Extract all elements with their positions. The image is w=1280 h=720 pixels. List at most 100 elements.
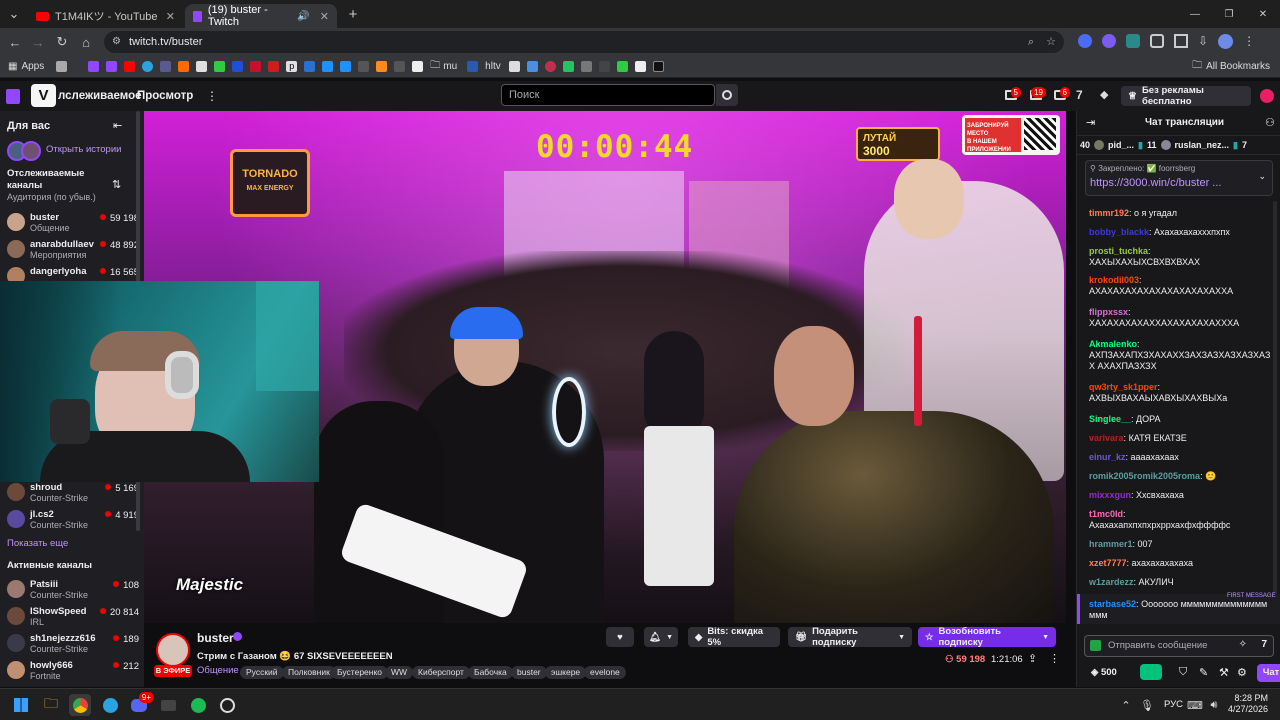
zoom-icon[interactable]: ⌕ (1028, 31, 1034, 53)
tab-youtube[interactable]: T1M4IKツ - YouTube ✕ (28, 4, 183, 28)
url-input[interactable]: ⚙ twitch.tv/buster ⌕ ☆ (104, 31, 1064, 53)
nav-more-icon[interactable]: ⋮ (206, 89, 218, 103)
gift-sub-button[interactable]: 🎁︎ Подарить подписку ▼ (788, 626, 912, 648)
bookmark-icon[interactable] (232, 61, 244, 72)
bookmark-youtube-icon[interactable] (124, 61, 136, 72)
pinned-message[interactable]: ⚲ Закреплено: ✅ foorrsberg https://3000.… (1085, 160, 1273, 196)
bookmark-icon[interactable] (616, 61, 628, 72)
sort-icon[interactable]: ⇅ (112, 178, 121, 191)
chat-username[interactable]: Akmalenko (1089, 339, 1137, 349)
tag[interactable]: Киберспорт (412, 666, 470, 679)
bits-icon[interactable]: ◆ (1100, 88, 1108, 101)
bookmark-icon[interactable] (178, 61, 190, 72)
emote-icon[interactable]: ✧ (1239, 639, 1247, 650)
chat-username[interactable]: flippxssx (1089, 307, 1128, 317)
shield-icon[interactable]: ⛉ (1179, 666, 1187, 679)
windows-start-icon[interactable] (10, 694, 32, 716)
profile-avatar[interactable] (1218, 34, 1234, 49)
users-icon[interactable]: ⚇ (1265, 116, 1275, 129)
channel-points[interactable]: ◈ 500 (1091, 667, 1117, 678)
chat-username[interactable]: bobby_blackk (1089, 227, 1149, 237)
folder-icon[interactable]: 🗀 (1192, 58, 1202, 75)
settings-gear-icon[interactable]: ⚙ (1237, 666, 1247, 679)
chat-username[interactable]: xzet7777 (1089, 558, 1127, 568)
chat-username[interactable]: varivara (1089, 433, 1124, 443)
grid-icon[interactable] (56, 61, 68, 72)
home-icon[interactable]: ⌂ (75, 31, 97, 53)
chevron-down-icon[interactable]: ⌄ (1258, 171, 1266, 182)
tag[interactable]: WW (385, 666, 414, 679)
reading-list-icon[interactable] (1174, 34, 1188, 48)
extension-icon[interactable] (1102, 34, 1116, 48)
chat-username[interactable]: krokodil003 (1089, 275, 1139, 285)
reload-icon[interactable]: ↻ (51, 31, 73, 53)
menu-icon[interactable]: ⋮ (1243, 34, 1255, 49)
extension-7tv-icon[interactable]: 7 (1076, 88, 1083, 102)
app-icon[interactable] (157, 694, 179, 716)
bookmark-icon[interactable] (580, 61, 592, 72)
site-info-icon[interactable]: ⚙ (112, 31, 121, 53)
tag[interactable]: evelone (584, 666, 626, 679)
speaker-icon[interactable]: 🔊 (297, 11, 309, 22)
bookmark-icon[interactable] (544, 61, 556, 72)
pinned-link[interactable]: https://3000.win/c/buster ... (1090, 177, 1221, 189)
bookmark-telegram-icon[interactable] (142, 61, 154, 72)
folder-icon[interactable]: 🗀 (430, 58, 440, 75)
chrome-icon[interactable] (69, 694, 91, 716)
bookmark-icon[interactable] (304, 61, 316, 72)
discord-icon[interactable]: 9+ (128, 692, 154, 716)
tag[interactable]: Полковник (282, 666, 336, 679)
chat-username[interactable]: prosti_tuchka (1089, 246, 1148, 256)
bookmark-hltv-icon[interactable] (467, 61, 479, 72)
claim-points-button[interactable] (1140, 664, 1162, 680)
bits-discount-button[interactable]: ◆ Bits: скидка 5% (688, 626, 780, 648)
steam-icon[interactable] (216, 694, 238, 716)
chat-username[interactable]: qw3rty_sk1pper (1089, 382, 1158, 392)
prime-button[interactable]: ♕ Без рекламы бесплатно (1121, 85, 1251, 107)
tag[interactable]: Бабочка (468, 666, 513, 679)
notifications-bell-button[interactable]: 🔔︎ ▼ (644, 627, 678, 647)
search-input[interactable]: Поиск (501, 84, 715, 106)
whispers-icon[interactable]: 6 (1054, 87, 1070, 100)
bookmark-twitch-icon[interactable] (106, 61, 118, 72)
sidebar-channel-jl-cs2[interactable]: jl.cs2 Counter-Strike 4 919 (7, 507, 141, 533)
chat-scrollbar[interactable] (1273, 201, 1277, 601)
notifications-icon[interactable]: 19 (1030, 87, 1046, 100)
extension-7tv-icon[interactable]: 7 (1261, 639, 1267, 650)
clock[interactable]: 8:28 PM 4/27/2026 (1226, 693, 1268, 715)
bookmark-flag-icon[interactable] (250, 61, 262, 72)
chat-send-button[interactable]: Чат (1257, 664, 1280, 682)
tab-search-icon[interactable]: ⌄ (3, 3, 25, 25)
collapse-chat-icon[interactable]: ⇥ (1086, 116, 1095, 129)
file-explorer-icon[interactable]: 🗀 (40, 694, 62, 716)
telegram-icon[interactable] (99, 694, 121, 716)
leaderboard-name[interactable]: pid_... (1108, 140, 1134, 150)
bookmark-p[interactable]: p (286, 61, 298, 72)
bookmark-steam-icon[interactable] (322, 61, 334, 72)
collapse-sidebar-icon[interactable]: ⇤ (113, 119, 122, 132)
bookmark-icon[interactable] (358, 61, 370, 72)
extension-icon[interactable] (1126, 34, 1140, 48)
bookmark-icon[interactable] (268, 61, 280, 72)
bookmark-icon[interactable] (196, 61, 208, 72)
nav-following[interactable]: лслеживаемое (58, 90, 142, 102)
twitch-logo-icon[interactable] (6, 89, 20, 104)
sidebar-channel-patsiii[interactable]: Patsiii Counter-Strike 108 (7, 577, 141, 603)
apps-grid-icon[interactable]: ▦ (8, 61, 17, 72)
follow-heart-button[interactable]: ♥ (606, 627, 634, 647)
minimize-button[interactable]: — (1178, 0, 1212, 28)
bookmark-icon[interactable] (412, 61, 424, 72)
tools-icon[interactable]: ⚒ (1219, 666, 1229, 679)
bookmark-icon[interactable] (652, 61, 664, 72)
bookmark-mu[interactable]: mu (443, 61, 457, 72)
more-options-icon[interactable]: ⋮ (1049, 652, 1060, 665)
sidebar-channel-sh1nejezzz616[interactable]: sh1nejezzz616 Counter-Strike 189 (7, 631, 141, 657)
tag[interactable]: эшкере (545, 666, 587, 679)
search-button[interactable] (716, 84, 738, 106)
download-icon[interactable]: ⇩ (1198, 34, 1208, 49)
chat-username[interactable]: w1zardezz (1089, 577, 1134, 587)
bookmark-icon[interactable] (214, 61, 226, 72)
bookmark-icon[interactable] (562, 61, 574, 72)
chat-username[interactable]: einur_kz (1089, 452, 1126, 462)
tray-chevron-icon[interactable]: ⌃ (1115, 694, 1137, 716)
